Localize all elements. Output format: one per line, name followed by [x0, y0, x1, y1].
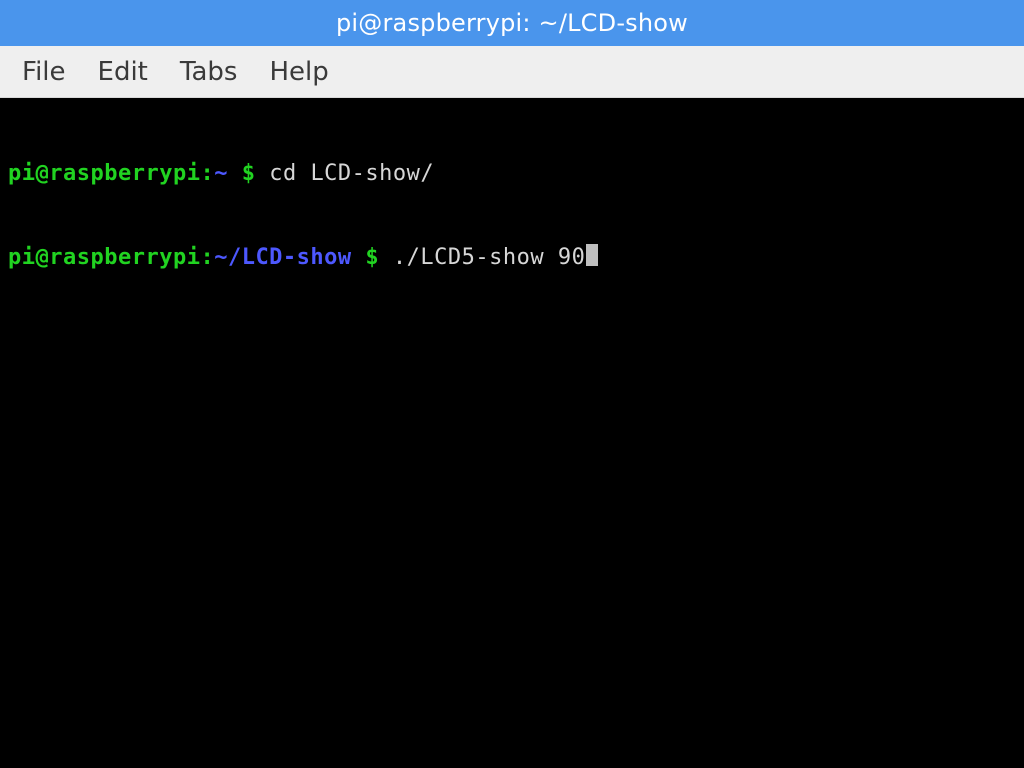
command-text: cd LCD-show/ — [269, 161, 434, 186]
prompt-colon: : — [200, 161, 214, 186]
prompt-user: pi — [8, 161, 36, 186]
prompt-user: pi — [8, 245, 36, 270]
prompt-dollar: $ — [228, 161, 269, 186]
menu-tabs[interactable]: Tabs — [168, 51, 250, 93]
command-text: ./LCD5-show 90 — [393, 245, 585, 270]
menu-help[interactable]: Help — [257, 51, 340, 93]
window-title: pi@raspberrypi: ~/LCD-show — [336, 9, 688, 37]
terminal-line: pi@raspberrypi:~/LCD-show $ ./LCD5-show … — [8, 244, 1016, 272]
menu-file[interactable]: File — [10, 51, 78, 93]
prompt-dollar: $ — [352, 245, 393, 270]
prompt-host: raspberrypi — [49, 245, 200, 270]
prompt-at: @ — [36, 161, 50, 186]
terminal-area[interactable]: pi@raspberrypi:~ $ cd LCD-show/ pi@raspb… — [0, 98, 1024, 768]
terminal-line: pi@raspberrypi:~ $ cd LCD-show/ — [8, 160, 1016, 188]
prompt-path: ~ — [214, 161, 228, 186]
prompt-at: @ — [36, 245, 50, 270]
terminal-window: pi@raspberrypi: ~/LCD-show File Edit Tab… — [0, 0, 1024, 768]
prompt-host: raspberrypi — [49, 161, 200, 186]
cursor-block-icon — [586, 244, 598, 266]
prompt-colon: : — [200, 245, 214, 270]
window-titlebar: pi@raspberrypi: ~/LCD-show — [0, 0, 1024, 46]
prompt-path: ~/LCD-show — [214, 245, 351, 270]
menu-edit[interactable]: Edit — [86, 51, 160, 93]
menubar: File Edit Tabs Help — [0, 46, 1024, 98]
